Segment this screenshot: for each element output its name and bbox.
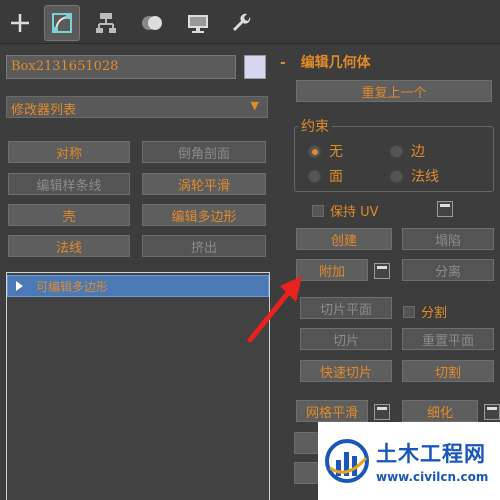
rollout-title: 编辑几何体 (300, 55, 371, 71)
stack-item-label: 可编辑多边形 (36, 279, 109, 294)
utilities-wrench-icon[interactable] (224, 5, 260, 41)
display-icon[interactable] (180, 5, 216, 41)
cut-button[interactable]: 切割 (402, 360, 494, 382)
constraint-none-radio[interactable]: 无 (308, 141, 343, 161)
checkbox-box (312, 204, 324, 217)
hierarchy-icon[interactable] (88, 5, 124, 41)
watermark-title: 土木工程网 (376, 442, 486, 466)
turbosmooth-button[interactable]: 涡轮平滑 (142, 173, 266, 195)
constraint-normal-radio[interactable]: 法线 (390, 166, 439, 186)
meshsmooth-button[interactable]: 网格平滑 (296, 400, 368, 422)
checkbox-box (403, 305, 415, 318)
radio-label: 边 (411, 144, 425, 160)
preserve-uv-settings-icon[interactable] (437, 201, 453, 217)
create-button[interactable]: 创建 (296, 228, 392, 250)
object-color-swatch[interactable] (244, 55, 266, 79)
create-plus-icon[interactable] (2, 5, 38, 41)
preserve-uv-checkbox[interactable]: 保持 UV (312, 201, 379, 220)
radio-dot-icon (308, 169, 321, 183)
radio-label: 面 (329, 169, 343, 185)
radio-dot-icon (390, 144, 403, 158)
reset-plane-button[interactable]: 重置平面 (402, 328, 494, 350)
watermark: 土木工程网 www.civilcn.com (318, 422, 500, 500)
annotation-arrow-icon (247, 276, 302, 343)
bevel-profile-button[interactable]: 倒角剖面 (142, 141, 266, 163)
slice-plane-button[interactable]: 切片平面 (300, 297, 392, 319)
motion-icon[interactable] (134, 5, 170, 41)
shell-button[interactable]: 壳 (8, 204, 130, 226)
collapse-minus-icon: - (280, 55, 286, 71)
normal-button[interactable]: 法线 (8, 235, 130, 257)
watermark-logo-icon (324, 438, 370, 484)
expand-triangle-icon[interactable] (16, 281, 23, 291)
tessellate-settings-icon[interactable] (484, 404, 500, 420)
repeat-last-button[interactable]: 重复上一个 (296, 80, 492, 102)
radio-label: 法线 (411, 169, 439, 185)
constraint-face-radio[interactable]: 面 (308, 166, 343, 186)
edit-spline-button[interactable]: 编辑样条线 (8, 173, 130, 195)
meshsmooth-settings-icon[interactable] (374, 404, 390, 420)
edit-poly-button[interactable]: 编辑多边形 (142, 204, 266, 226)
modifier-list-dropdown[interactable]: 修改器列表 ▼ (6, 96, 268, 118)
command-panel-tabs (0, 0, 500, 44)
radio-dot-icon (390, 169, 403, 183)
tessellate-button[interactable]: 细化 (402, 400, 478, 422)
slice-button[interactable]: 切片 (300, 328, 392, 350)
object-name-field[interactable]: Box2131651028 (6, 55, 236, 79)
detach-button[interactable]: 分离 (402, 259, 494, 281)
collapse-button[interactable]: 塌陷 (402, 228, 494, 250)
radio-label: 无 (329, 144, 343, 160)
checkbox-label: 分割 (421, 306, 448, 321)
constraint-edge-radio[interactable]: 边 (390, 141, 425, 161)
constraints-title: 约束 (298, 116, 332, 136)
extrude-button[interactable]: 挤出 (142, 235, 266, 257)
chevron-down-icon: ▼ (250, 99, 259, 112)
modify-icon[interactable] (44, 5, 80, 41)
radio-dot-icon (308, 144, 321, 158)
attach-settings-icon[interactable] (374, 263, 390, 279)
quickslice-button[interactable]: 快速切片 (300, 360, 392, 382)
checkbox-label: 保持 UV (330, 205, 379, 220)
rollout-header[interactable]: - 编辑几何体 (280, 52, 371, 72)
modifier-list-label: 修改器列表 (11, 103, 77, 118)
split-checkbox[interactable]: 分割 (403, 302, 447, 321)
watermark-url: www.civilcn.com (376, 470, 489, 484)
symmetry-button[interactable]: 对称 (8, 141, 130, 163)
